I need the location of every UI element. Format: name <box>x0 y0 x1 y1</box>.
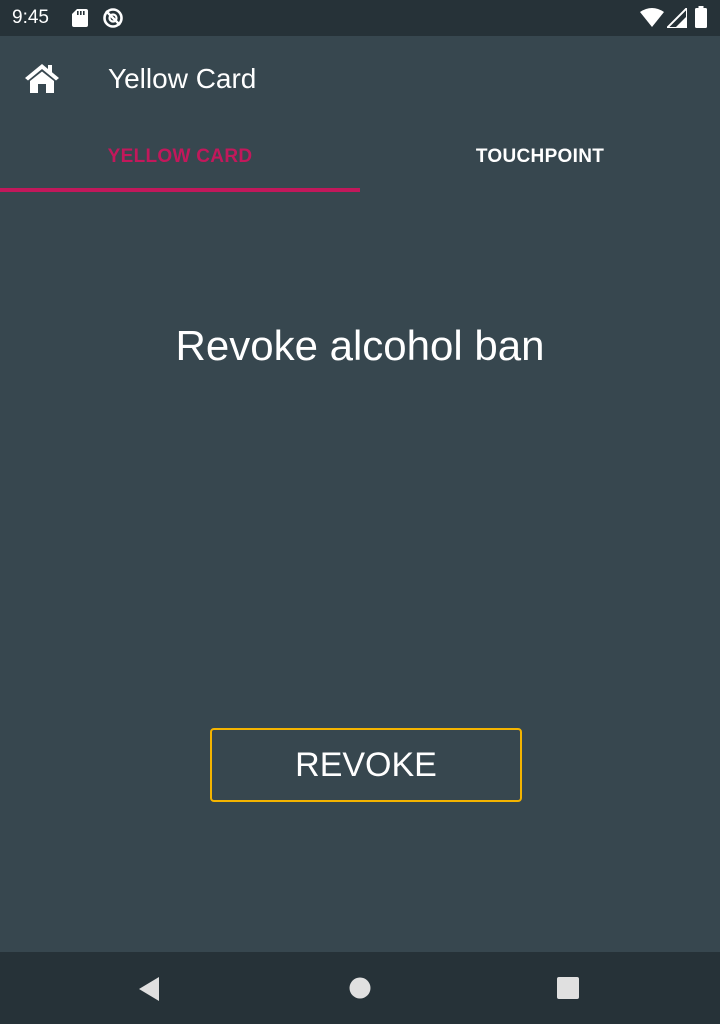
tab-bar: YELLOW CARD TOUCHPOINT <box>0 122 720 192</box>
app-bar: Yellow Card <box>0 36 720 122</box>
tab-touchpoint[interactable]: TOUCHPOINT <box>360 122 720 192</box>
sd-card-icon <box>72 9 88 27</box>
home-circle-icon[interactable] <box>349 977 371 999</box>
revoke-message: Revoke alcohol ban <box>175 322 545 369</box>
signal-icon <box>667 8 687 28</box>
home-icon[interactable] <box>24 62 60 94</box>
page-title: Yellow Card <box>108 63 257 94</box>
recents-icon[interactable] <box>557 977 579 999</box>
tab-indicator <box>0 188 360 192</box>
revoke-button[interactable]: REVOKE <box>210 728 522 802</box>
status-bar: 9:45 <box>0 0 720 36</box>
screen: 9:45 Yellow Card YELLOW CARD TOUCHPOINT … <box>0 0 720 1024</box>
wifi-icon <box>640 8 664 27</box>
nav-bar <box>0 952 720 1024</box>
no-sync-icon <box>103 8 123 28</box>
back-icon[interactable] <box>138 976 160 1002</box>
status-time: 9:45 <box>12 7 49 28</box>
battery-icon <box>695 6 707 28</box>
tab-yellow-card[interactable]: YELLOW CARD <box>0 122 360 192</box>
